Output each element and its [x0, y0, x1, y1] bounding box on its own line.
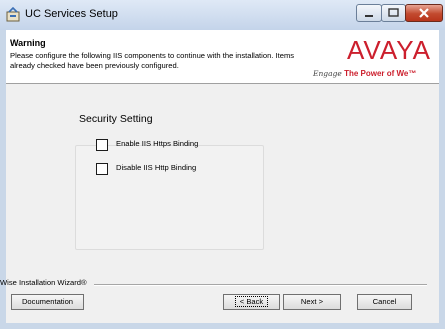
- warning-title: Warning: [10, 38, 46, 48]
- title-bar[interactable]: UC Services Setup: [0, 0, 445, 30]
- tagline-script: Engage: [313, 69, 342, 78]
- dialog-header: Warning Please configure the following I…: [6, 30, 439, 84]
- minimize-button[interactable]: [356, 4, 382, 22]
- security-setting-title: Security Setting: [79, 113, 153, 125]
- avaya-logo: AVAYA Engage The Power of We™: [313, 33, 435, 83]
- maximize-icon: [388, 8, 399, 17]
- disable-http-label: Disable IIS Http Binding: [116, 163, 197, 172]
- back-button-label: < Back: [234, 296, 269, 307]
- enable-https-label: Enable IIS Https Binding: [116, 139, 199, 148]
- close-button[interactable]: [405, 4, 443, 22]
- window-title: UC Services Setup: [25, 8, 118, 20]
- minimize-icon: [365, 15, 373, 17]
- footer-separator: [94, 284, 427, 286]
- wizard-label: Wise Installation Wizard®: [0, 278, 87, 287]
- maximize-button[interactable]: [381, 4, 406, 22]
- logo-brand: AVAYA: [347, 35, 431, 65]
- close-icon: [419, 8, 429, 18]
- enable-https-checkbox[interactable]: [96, 139, 108, 151]
- next-button[interactable]: Next >: [283, 294, 341, 310]
- tagline-text: The Power of We™: [344, 69, 417, 78]
- documentation-button[interactable]: Documentation: [11, 294, 84, 310]
- cancel-button[interactable]: Cancel: [357, 294, 412, 310]
- warning-message: Please configure the following IIS compo…: [10, 51, 295, 70]
- logo-tagline: Engage The Power of We™: [313, 69, 435, 78]
- installer-app-icon: [6, 7, 20, 22]
- security-setting-group: [75, 145, 264, 250]
- disable-http-checkbox[interactable]: [96, 163, 108, 175]
- setup-window: UC Services Setup Warning Please configu…: [0, 0, 445, 329]
- back-button[interactable]: < Back: [223, 294, 280, 310]
